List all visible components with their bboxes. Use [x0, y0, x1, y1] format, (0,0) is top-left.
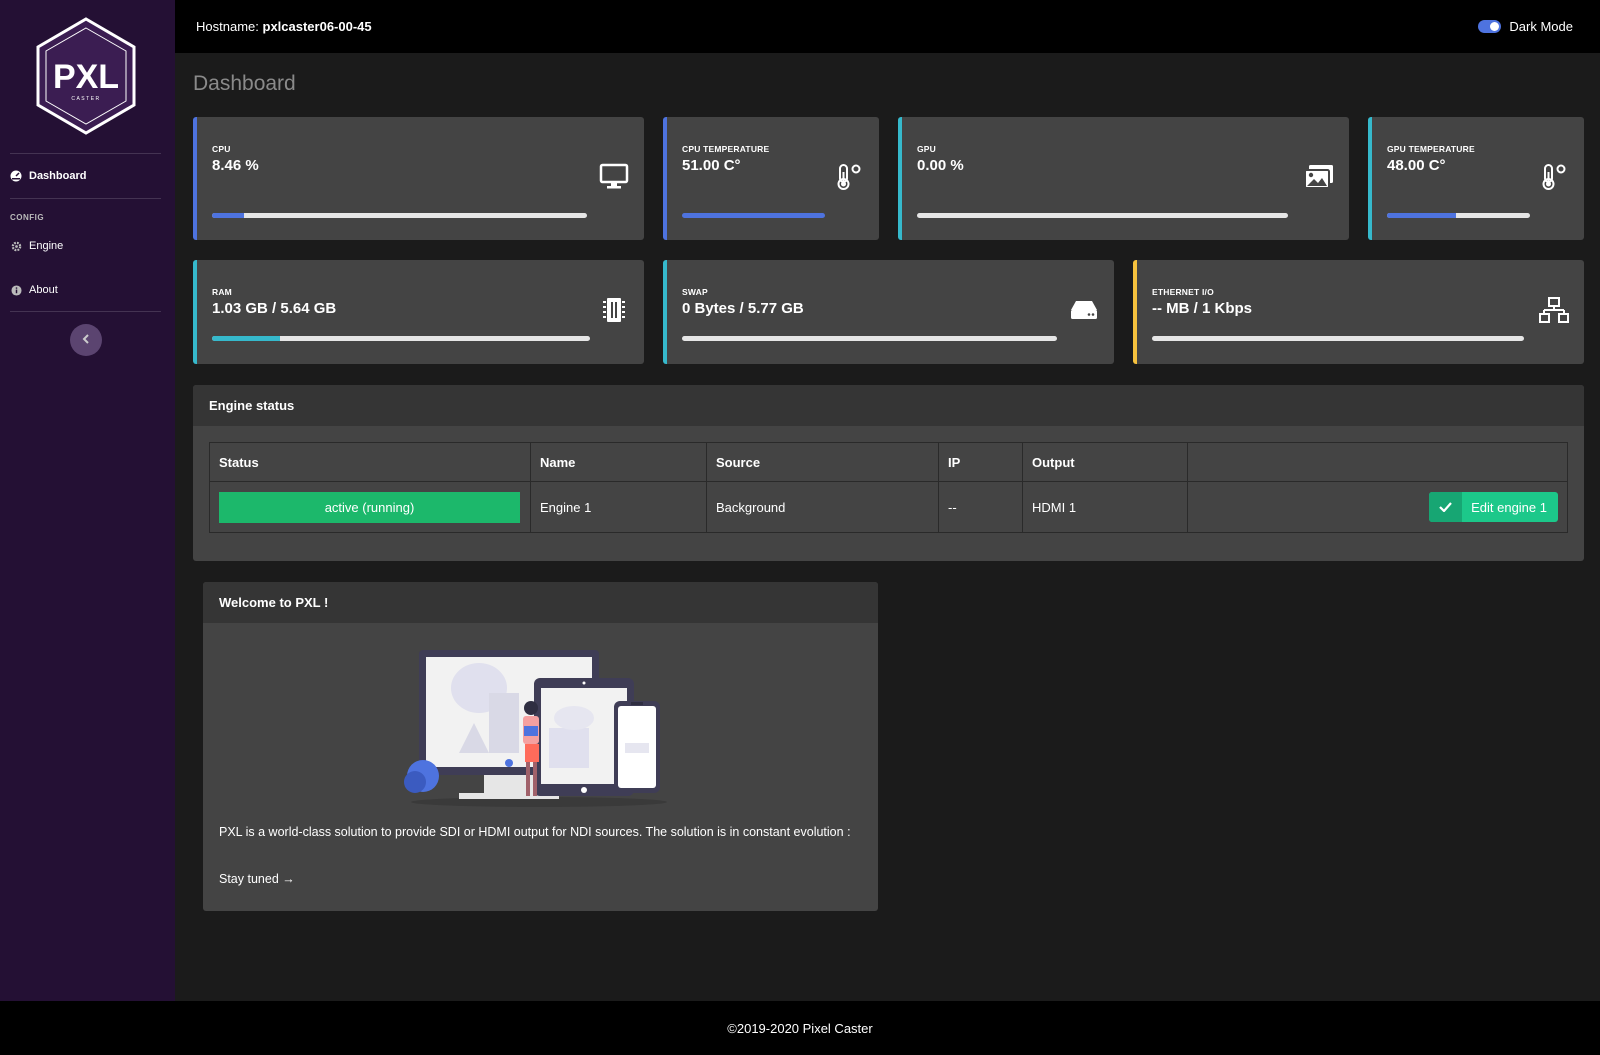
gpu-card: GPU 0.00 % [898, 117, 1349, 240]
card-value: 0 Bytes / 5.77 GB [682, 300, 804, 317]
status-cell: active (running) [209, 481, 531, 533]
sidebar: PXL CASTER Dashboard CONFIG Engine About [0, 0, 175, 1001]
memory-icon [598, 294, 630, 326]
edit-engine-label: Edit engine 1 [1471, 499, 1547, 515]
action-cell: Edit engine 1 [1187, 481, 1568, 533]
images-icon [1303, 161, 1335, 193]
cpu-progress [212, 213, 587, 218]
ram-card: RAM 1.03 GB / 5.64 GB [193, 260, 644, 364]
column-header-output: Output [1022, 442, 1188, 482]
footer: ©2019-2020 Pixel Caster [0, 1001, 1600, 1055]
cpu-temperature-progress [682, 213, 825, 218]
name-cell: Engine 1 [530, 481, 707, 533]
ram-progress-fill [212, 336, 281, 341]
card-value: 48.00 C° [1387, 157, 1446, 174]
cpu-temperature-card: CPU TEMPERATURE 51.00 C° [663, 117, 879, 240]
sidebar-item-label: Engine [29, 240, 64, 252]
topbar: Hostname: pxlcaster06-00-45 Dark Mode [175, 0, 1600, 53]
desktop-icon [598, 161, 630, 193]
table-row: active (running) Engine 1 Background -- … [209, 481, 1568, 533]
engine-status-title: Engine status [193, 385, 1584, 426]
sidebar-divider [10, 311, 161, 312]
sidebar-divider [10, 198, 161, 199]
ethernet-progress [1152, 336, 1524, 341]
output-cell: HDMI 1 [1022, 481, 1188, 533]
page-title: Dashboard [193, 72, 296, 95]
card-label: RAM [212, 287, 232, 297]
info-icon [10, 284, 22, 296]
chevron-left-icon [82, 331, 90, 349]
tachometer-icon [10, 170, 22, 182]
swap-card: SWAP 0 Bytes / 5.77 GB [663, 260, 1114, 364]
card-value: 0.00 % [917, 157, 964, 174]
hostname-label: Hostname: [196, 19, 259, 34]
card-value: -- MB / 1 Kbps [1152, 300, 1252, 317]
dark-mode-switch[interactable] [1478, 20, 1502, 33]
thermometer-icon [1538, 161, 1570, 193]
sidebar-item-engine[interactable]: Engine [10, 240, 63, 252]
column-header-status: Status [209, 442, 531, 482]
logo-text: PXL [53, 58, 119, 96]
sidebar-item-about[interactable]: About [10, 284, 58, 296]
cpu-temperature-progress-fill [682, 213, 825, 218]
engine-status-panel: Engine status Status Name Source IP Outp… [193, 385, 1584, 561]
dark-mode-label: Dark Mode [1509, 19, 1573, 34]
sidebar-item-label: Dashboard [29, 170, 87, 182]
card-label: CPU TEMPERATURE [682, 144, 770, 154]
card-label: GPU TEMPERATURE [1387, 144, 1475, 154]
sidebar-item-label: About [29, 284, 58, 296]
card-label: GPU [917, 144, 937, 154]
column-header-source: Source [706, 442, 939, 482]
hdd-icon [1068, 294, 1100, 326]
sidebar-item-dashboard[interactable]: Dashboard [10, 170, 86, 182]
card-value: 1.03 GB / 5.64 GB [212, 300, 337, 317]
sidebar-heading-config: CONFIG [10, 213, 45, 222]
gpu-progress [917, 213, 1288, 218]
cpu-card: CPU 8.46 % [193, 117, 644, 240]
cpu-progress-fill [212, 213, 244, 218]
card-label: CPU [212, 144, 231, 154]
logo-subtext: CASTER [71, 96, 100, 102]
footer-copyright: ©2019-2020 Pixel Caster [727, 1020, 873, 1036]
source-cell: Background [706, 481, 939, 533]
table-header-row: Status Name Source IP Output [209, 442, 1568, 482]
engine-table: Status Name Source IP Output active (run… [209, 442, 1568, 533]
devices-illustration [399, 648, 679, 808]
column-header-name: Name [530, 442, 707, 482]
stay-tuned-link[interactable]: Stay tuned → [219, 872, 295, 886]
ip-cell: -- [938, 481, 1023, 533]
card-value: 8.46 % [212, 157, 259, 174]
welcome-text: PXL is a world-class solution to provide… [219, 825, 851, 839]
sidebar-divider [10, 153, 161, 154]
gpu-temperature-progress [1387, 213, 1530, 218]
check-icon [1429, 492, 1463, 522]
swap-progress [682, 336, 1057, 341]
gpu-temperature-card: GPU TEMPERATURE 48.00 C° [1368, 117, 1584, 240]
card-label: ETHERNET I/O [1152, 287, 1214, 297]
gpu-temperature-progress-fill [1387, 213, 1456, 218]
thermometer-icon [833, 161, 865, 193]
edit-engine-button[interactable]: Edit engine 1 [1429, 492, 1558, 522]
hostname-value: pxlcaster06-00-45 [262, 19, 372, 34]
hostname: Hostname: pxlcaster06-00-45 [196, 19, 372, 34]
ethernet-card: ETHERNET I/O -- MB / 1 Kbps [1133, 260, 1584, 364]
sidebar-collapse-button[interactable] [70, 324, 102, 356]
welcome-title: Welcome to PXL ! [203, 582, 878, 623]
network-icon [1538, 294, 1570, 326]
card-value: 51.00 C° [682, 157, 741, 174]
ram-progress [212, 336, 590, 341]
card-label: SWAP [682, 287, 708, 297]
column-header-ip: IP [938, 442, 1023, 482]
pxl-logo[interactable]: PXL CASTER [34, 16, 138, 136]
gear-icon [10, 240, 22, 252]
status-badge: active (running) [219, 491, 520, 523]
welcome-panel: Welcome to PXL ! PXL is a world-class so… [203, 582, 878, 911]
dark-mode-toggle[interactable]: Dark Mode [1478, 19, 1573, 34]
column-header-actions [1187, 442, 1568, 482]
